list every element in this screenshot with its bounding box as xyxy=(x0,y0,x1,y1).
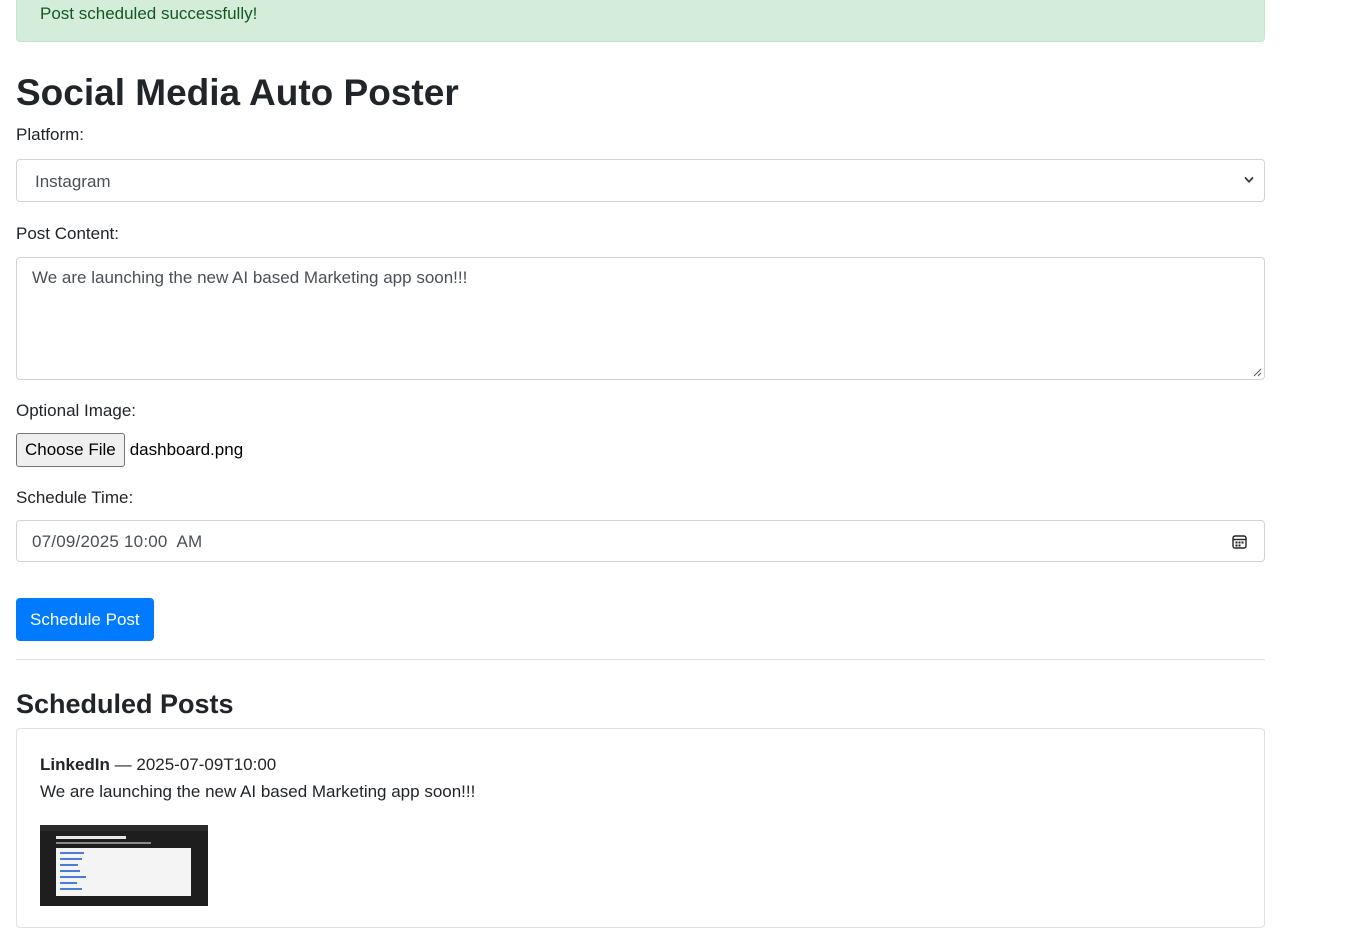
thumbnail-title-line xyxy=(56,836,126,839)
thumbnail-link-line xyxy=(60,882,77,884)
scheduled-post-card: LinkedIn — 2025-07-09T10:00 We are launc… xyxy=(16,728,1265,928)
divider xyxy=(16,659,1265,660)
schedule-time-label: Schedule Time: xyxy=(16,488,134,507)
thumbnail-subtitle-line xyxy=(56,842,151,844)
scheduled-posts-heading: Scheduled Posts xyxy=(16,689,234,719)
success-alert: Post scheduled successfully! xyxy=(16,0,1265,42)
post-content-value: We are launching the new AI based Market… xyxy=(32,268,468,287)
calendar-icon[interactable] xyxy=(1231,533,1248,550)
resize-handle-icon[interactable] xyxy=(1252,367,1262,377)
chevron-down-icon xyxy=(1244,177,1254,183)
image-label: Optional Image: xyxy=(16,401,137,420)
post-image-thumbnail xyxy=(40,825,208,906)
file-input: Choose File dashboard.png xyxy=(16,433,1265,467)
thumbnail-link-line xyxy=(60,858,82,860)
platform-selected-value: Instagram xyxy=(35,172,111,191)
post-datetime: 2025-07-09T10:00 xyxy=(136,755,277,774)
thumbnail-link-line xyxy=(60,870,80,872)
post-content-textarea[interactable]: We are launching the new AI based Market… xyxy=(16,257,1265,380)
thumbnail-link-line xyxy=(60,888,82,890)
thumbnail-link-line xyxy=(60,852,84,854)
file-name: dashboard.png xyxy=(129,440,244,459)
page-title: Social Media Auto Poster xyxy=(16,72,459,113)
post-platform: LinkedIn xyxy=(40,755,110,774)
post-header: LinkedIn — 2025-07-09T10:00 xyxy=(40,754,1264,776)
thumbnail-topbar xyxy=(40,825,208,831)
alert-message: Post scheduled successfully! xyxy=(40,4,258,23)
main-container: Post scheduled successfully! Social Medi… xyxy=(16,0,1265,928)
schedule-post-button[interactable]: Schedule Post xyxy=(16,598,154,641)
thumbnail-link-line xyxy=(60,864,78,866)
content-label: Post Content: xyxy=(16,224,120,243)
platform-label: Platform: xyxy=(16,125,85,144)
schedule-time-value: 07/09/2025 10:00 AM xyxy=(32,532,203,551)
platform-select[interactable]: Instagram xyxy=(16,159,1265,202)
post-content: We are launching the new AI based Market… xyxy=(40,782,476,801)
post-separator: — xyxy=(109,755,137,774)
thumbnail-link-line xyxy=(60,876,86,878)
choose-file-button[interactable]: Choose File xyxy=(16,433,125,467)
schedule-time-input[interactable]: 07/09/2025 10:00 AM xyxy=(16,520,1265,562)
